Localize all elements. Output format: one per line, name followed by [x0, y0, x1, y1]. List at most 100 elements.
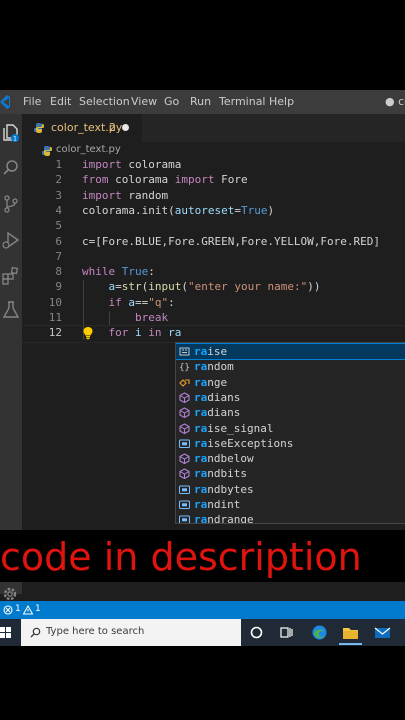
suggestion-item[interactable]: raise_signal	[176, 421, 405, 436]
unsaved-dot-icon[interactable]	[122, 124, 129, 131]
code-line[interactable]: from colorama import Fore	[82, 173, 248, 187]
match-rest: nge	[207, 375, 228, 389]
suggestion-item[interactable]: randbits	[176, 466, 405, 481]
code-token: (	[181, 280, 188, 294]
match-highlight: ra	[194, 421, 208, 435]
menu-go[interactable]: Go	[164, 95, 179, 109]
match-rest: ndint	[207, 498, 241, 511]
code-line[interactable]: colorama.init(autoreset=True)	[82, 204, 274, 218]
code-token: in	[148, 326, 162, 340]
mail-icon[interactable]	[374, 624, 391, 641]
error-icon[interactable]	[3, 605, 13, 615]
menu-file[interactable]: File	[23, 95, 41, 109]
suggestion-item[interactable]: randrange	[176, 512, 405, 524]
match-highlight: ra	[194, 436, 208, 450]
source-control-icon[interactable]	[1, 194, 21, 214]
code-line[interactable]: import colorama	[82, 158, 181, 172]
error-count[interactable]: 1	[15, 604, 21, 614]
suggestion-label: raise_signal	[194, 421, 273, 436]
search-icon[interactable]	[1, 158, 21, 178]
suggestion-item[interactable]: randint	[176, 497, 405, 512]
warning-count[interactable]: 1	[35, 604, 41, 614]
code-token: :	[168, 295, 175, 309]
suggestion-item[interactable]: {} random	[176, 359, 405, 374]
code-token: Fore	[214, 173, 248, 187]
match-rest: dians	[207, 406, 241, 420]
code-token: ==	[135, 295, 149, 309]
menu-view[interactable]: View	[131, 95, 157, 109]
menu-terminal[interactable]: Terminal	[219, 95, 266, 109]
match-rest: ndom	[207, 360, 234, 374]
code-token: =	[234, 203, 241, 217]
menu-run[interactable]: Run	[190, 95, 211, 109]
vscode-logo-icon	[0, 95, 10, 109]
suggestion-label: range	[194, 375, 227, 390]
tab-bar: color_text.py 2	[22, 114, 405, 142]
run-debug-icon[interactable]	[1, 230, 21, 250]
suggestion-item[interactable]: range	[176, 375, 405, 390]
python-file-icon	[34, 123, 44, 133]
code-line[interactable]: import random	[82, 189, 168, 203]
explorer-badge: 1	[13, 136, 17, 143]
code-line[interactable]: if a=="q":	[82, 296, 175, 310]
testing-icon[interactable]	[1, 300, 21, 320]
code-token: if	[108, 295, 122, 309]
module-icon: {}	[179, 363, 190, 372]
suggestion-label: radians	[194, 405, 240, 420]
suggestion-label: randbelow	[194, 451, 254, 466]
variable-icon	[179, 439, 190, 448]
windows-start-icon[interactable]	[0, 627, 11, 638]
lightbulb-icon[interactable]	[82, 326, 94, 340]
code-line[interactable]: c=[Fore.BLUE,Fore.GREEN,Fore.YELLOW,Fore…	[82, 235, 380, 249]
taskbar-search[interactable]: Type here to search	[21, 619, 241, 646]
code-line[interactable]: while True:	[82, 265, 155, 279]
suggestion-label: random	[194, 359, 234, 374]
code-token: ))	[307, 280, 321, 294]
suggestion-item[interactable]: randbytes	[176, 482, 405, 497]
match-highlight: ra	[194, 467, 208, 481]
suggestion-label: randbytes	[194, 482, 254, 497]
suggestion-label: randbits	[194, 466, 247, 481]
suggestion-item[interactable]: radians	[176, 405, 405, 420]
match-rest: ndrange	[207, 513, 254, 524]
code-token: str	[121, 280, 142, 294]
tab-color-text-py[interactable]: color_text.py 2	[22, 114, 142, 142]
code-token: for	[108, 326, 129, 340]
suggestion-item[interactable]: raiseExceptions	[176, 436, 405, 451]
cortana-icon[interactable]	[248, 624, 265, 641]
code-line[interactable]: for i in ra	[82, 326, 182, 340]
match-rest: ndbits	[207, 467, 247, 481]
match-rest: ndbytes	[207, 482, 254, 496]
edge-browser-icon[interactable]	[311, 624, 328, 641]
task-view-icon[interactable]	[278, 624, 295, 641]
variable-icon	[179, 500, 190, 509]
file-explorer-icon[interactable]	[342, 624, 359, 641]
match-rest: ise_signal	[207, 421, 274, 435]
line-number: 9	[55, 280, 62, 294]
active-app-indicator	[339, 643, 362, 645]
line-number: 12	[48, 326, 62, 340]
status-bar: 1 1	[0, 601, 405, 619]
search-icon	[30, 627, 41, 638]
breadcrumb-file[interactable]: color_text.py	[56, 144, 121, 155]
extensions-icon[interactable]	[1, 266, 21, 286]
files-icon[interactable]: 1	[1, 122, 21, 142]
menu-selection[interactable]: Selection	[79, 95, 130, 109]
suggestion-item[interactable]: randbelow	[176, 451, 405, 466]
code-token: from	[82, 173, 109, 187]
code-line[interactable]: break	[82, 311, 168, 325]
menu-help[interactable]: Help	[269, 95, 294, 109]
match-highlight: ra	[194, 375, 208, 389]
code-token: "q"	[148, 295, 169, 309]
method-icon	[179, 392, 190, 403]
suggestion-item[interactable]: radians	[176, 390, 405, 405]
menu-edit[interactable]: Edit	[50, 95, 71, 109]
code-line[interactable]: a=str(input("enter your name:"))	[82, 280, 321, 294]
warning-icon[interactable]	[23, 605, 33, 615]
match-highlight: ra	[194, 482, 208, 496]
caption-text: code in description	[0, 535, 362, 579]
suggestion-item[interactable]: raise	[176, 343, 405, 360]
